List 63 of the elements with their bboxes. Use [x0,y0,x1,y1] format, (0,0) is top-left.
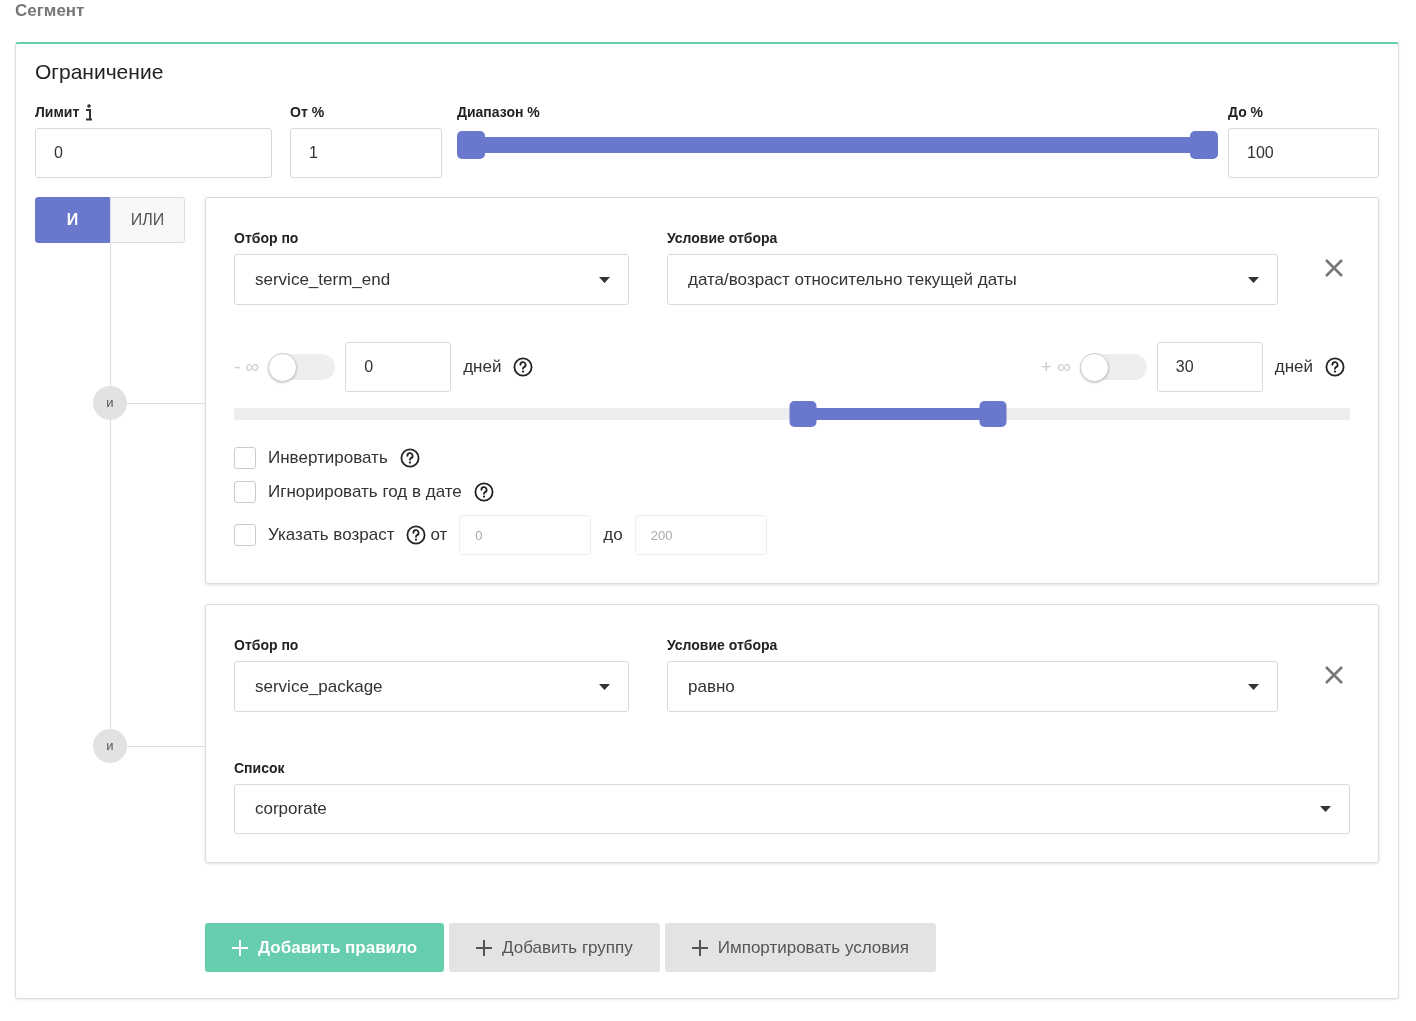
checkbox-label: Игнорировать год в дате [268,482,462,502]
field-dropdown[interactable]: service_package [234,661,629,712]
caret-icon [1248,683,1259,690]
condition-dropdown[interactable]: дата/возраст относительно текущей даты [667,254,1278,305]
field-label: Условие отбора [667,229,779,248]
close-icon[interactable] [1324,665,1344,685]
days-label: дней [1274,357,1313,377]
caret-icon [1248,276,1259,283]
connector-node: и [93,385,127,420]
field-label: Отбор по [234,229,300,248]
checkbox[interactable] [234,481,256,503]
checkbox-label: Указать возраст [268,525,395,545]
page-title: Сегмент [15,0,86,22]
slider-thumb[interactable] [979,401,1007,427]
days-input[interactable]: 30 [1156,342,1263,392]
action-button[interactable]: Импортировать условия [664,923,936,972]
infinity-label: - ∞ [234,356,260,378]
infinity-label: + ∞ [1040,356,1071,378]
field-label: До % [1228,103,1265,122]
days-label: дней [463,357,502,377]
days-input[interactable]: 0 [345,342,452,392]
logic-tab[interactable]: И [35,197,110,243]
help-icon[interactable] [513,357,534,377]
from-label: от [430,525,448,545]
slider-thumb[interactable] [789,401,817,427]
field-label: Отбор по [234,636,300,655]
field-label: Список [234,759,286,778]
field-label: Лимит [35,104,80,120]
field-label: Диапазон % [457,103,541,122]
field-label: От % [290,103,326,122]
field-label: Условие отбора [667,636,779,655]
age-to-input[interactable]: 200 [634,515,767,555]
caret-icon [1320,806,1331,812]
from-percent-input[interactable]: 1 [290,128,442,178]
close-icon[interactable] [1324,258,1344,278]
to-percent-input[interactable]: 100 [1228,128,1379,178]
help-icon[interactable] [406,525,427,545]
action-button[interactable]: Добавить группу [449,923,660,972]
caret-icon [599,276,610,283]
plus-icon [691,939,708,956]
field-dropdown[interactable]: service_term_end [234,254,629,305]
age-from-input[interactable]: 0 [459,515,592,555]
plus-icon [232,939,248,956]
help-icon[interactable] [399,448,420,468]
info-icon[interactable] [85,103,94,121]
slider-thumb[interactable] [457,131,485,159]
logic-tab[interactable]: ИЛИ [110,197,185,243]
help-icon[interactable] [473,482,494,502]
connector-node: и [93,728,127,763]
infinity-toggle[interactable] [1080,354,1147,380]
help-icon[interactable] [1325,357,1345,377]
checkbox[interactable] [234,524,256,546]
plus-icon [476,939,493,956]
condition-dropdown[interactable]: равно [667,661,1278,712]
section-title: Ограничение [35,60,165,84]
checkbox[interactable] [234,447,256,469]
slider-thumb[interactable] [1190,131,1218,159]
infinity-toggle[interactable] [269,354,336,380]
to-label: до [603,525,623,545]
caret-icon [599,683,610,690]
list-dropdown[interactable]: corporate [234,784,1350,834]
checkbox-label: Инвертировать [268,448,388,468]
limit-input[interactable]: 0 [35,128,272,178]
